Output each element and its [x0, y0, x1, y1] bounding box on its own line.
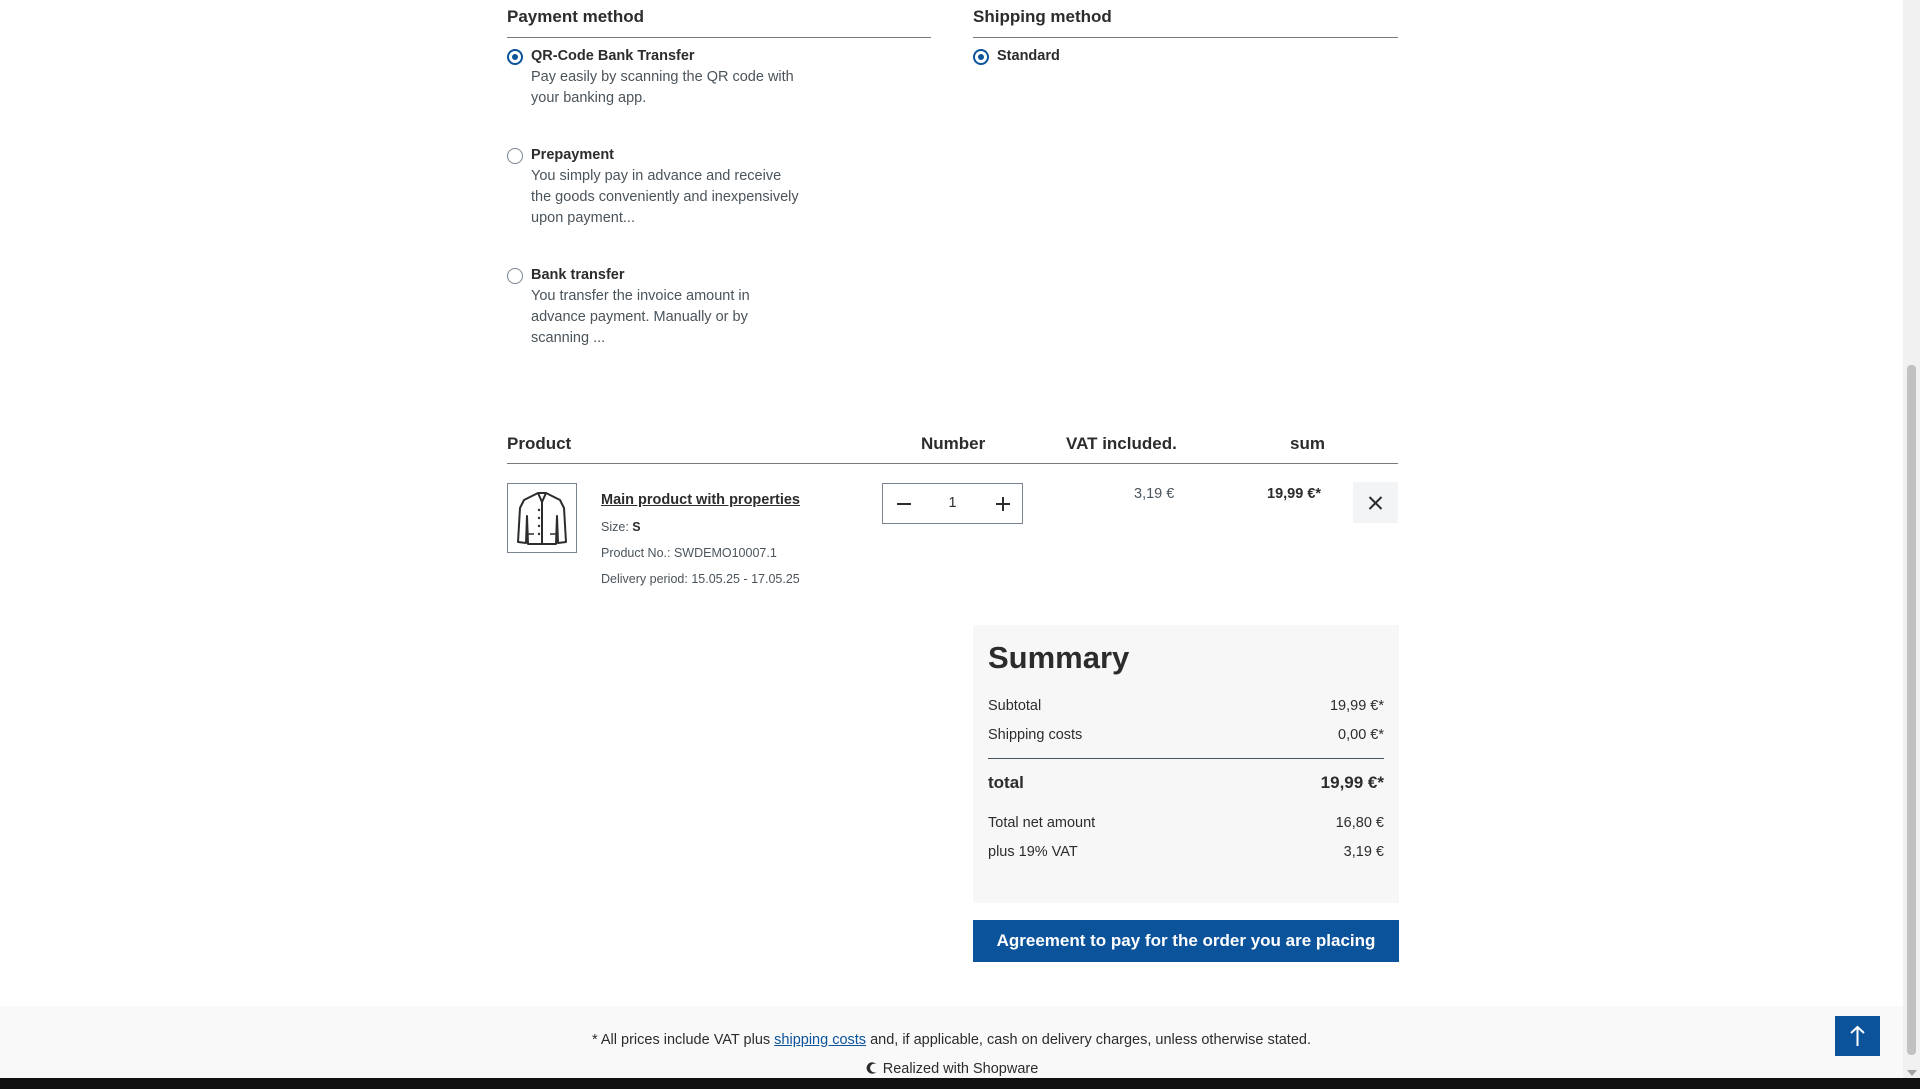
payment-desc-qr: Pay easily by scanning the QR code with …: [531, 69, 794, 106]
payment-radio-qr[interactable]: [507, 49, 523, 65]
total-label: total: [988, 773, 1024, 792]
plus-icon[interactable]: [982, 484, 1022, 523]
quantity-stepper: 1: [882, 483, 1023, 524]
shipping-costs-link[interactable]: shipping costs: [774, 1032, 866, 1048]
divider: [507, 463, 1398, 464]
payment-method-title: Payment method: [507, 7, 644, 26]
payment-desc-prepayment: You simply pay in advance and receive th…: [531, 168, 799, 226]
shipping-costs-value: 0,00 €*: [1338, 727, 1384, 743]
vat-notice-prefix: * All prices include VAT plus: [592, 1032, 775, 1048]
remove-item-button[interactable]: [1353, 482, 1398, 523]
vat-value: 3,19 €: [1343, 844, 1384, 860]
product-name-link[interactable]: Main product with properties: [601, 492, 800, 508]
delivery-period: Delivery period: 15.05.25 - 17.05.25: [601, 572, 800, 586]
realized-with-shopware[interactable]: Realized with Shopware: [0, 1061, 1903, 1077]
payment-label-qr[interactable]: QR-Code Bank Transfer: [531, 48, 695, 64]
scrollbar-thumb[interactable]: [1907, 365, 1916, 1055]
scroll-to-top-button[interactable]: [1835, 1016, 1880, 1056]
col-header-sum: sum: [1290, 434, 1325, 453]
quantity-input[interactable]: 1: [923, 484, 982, 523]
summary-title: Summary: [988, 640, 1130, 675]
page-scrollbar[interactable]: [1903, 0, 1920, 1078]
size-label: Size:: [601, 520, 629, 534]
divider: [988, 758, 1384, 759]
footer: * All prices include VAT plus shipping c…: [0, 1006, 1903, 1078]
checkout-page: Payment method QR-Code Bank Transfer Pay…: [0, 0, 1903, 1078]
realized-text: Realized with Shopware: [882, 1061, 1039, 1077]
size-value: S: [632, 520, 641, 534]
total-value: 19,99 €*: [1320, 773, 1384, 792]
summary-box: Summary Subtotal 19,99 €* Shipping costs…: [973, 625, 1399, 903]
payment-label-prepayment[interactable]: Prepayment: [531, 147, 614, 163]
item-sum: 19,99 €*: [1267, 486, 1322, 502]
col-header-vat: VAT included.: [1066, 434, 1177, 453]
divider: [973, 37, 1398, 38]
col-header-product: Product: [507, 434, 572, 453]
product-number: Product No.: SWDEMO10007.1: [601, 546, 777, 560]
subtotal-label: Subtotal: [988, 698, 1042, 714]
shipping-costs-label: Shipping costs: [988, 727, 1083, 743]
item-vat: 3,19 €: [1134, 486, 1175, 502]
divider: [507, 37, 931, 38]
product-image[interactable]: [507, 483, 577, 553]
submit-order-button[interactable]: Agreement to pay for the order you are p…: [973, 920, 1399, 962]
net-amount-value: 16,80 €: [1335, 815, 1384, 831]
vat-notice: * All prices include VAT plus shipping c…: [0, 1032, 1903, 1048]
shipping-radio-standard[interactable]: [973, 49, 989, 65]
product-size: Size: S: [601, 520, 641, 534]
shopware-logo-icon: [866, 1062, 877, 1074]
net-amount-label: Total net amount: [988, 815, 1096, 831]
col-header-number: Number: [921, 434, 986, 453]
payment-radio-prepayment[interactable]: [507, 148, 523, 164]
payment-label-bank-transfer[interactable]: Bank transfer: [531, 267, 624, 283]
arrow-up-icon: [1850, 1025, 1865, 1046]
shipping-method-title: Shipping method: [973, 7, 1112, 26]
vat-label: plus 19% VAT: [988, 844, 1078, 860]
payment-desc-bank-transfer: You transfer the invoice amount in advan…: [531, 288, 750, 346]
vat-notice-suffix: and, if applicable, cash on delivery cha…: [866, 1032, 1311, 1048]
subtotal-value: 19,99 €*: [1329, 698, 1384, 714]
payment-radio-bank-transfer[interactable]: [507, 268, 523, 284]
shipping-label-standard[interactable]: Standard: [997, 48, 1060, 64]
scroll-down-arrow-icon[interactable]: [1907, 1070, 1917, 1076]
jacket-icon: [517, 492, 567, 545]
bottom-bar: [0, 1078, 1920, 1089]
minus-icon[interactable]: [883, 484, 923, 523]
